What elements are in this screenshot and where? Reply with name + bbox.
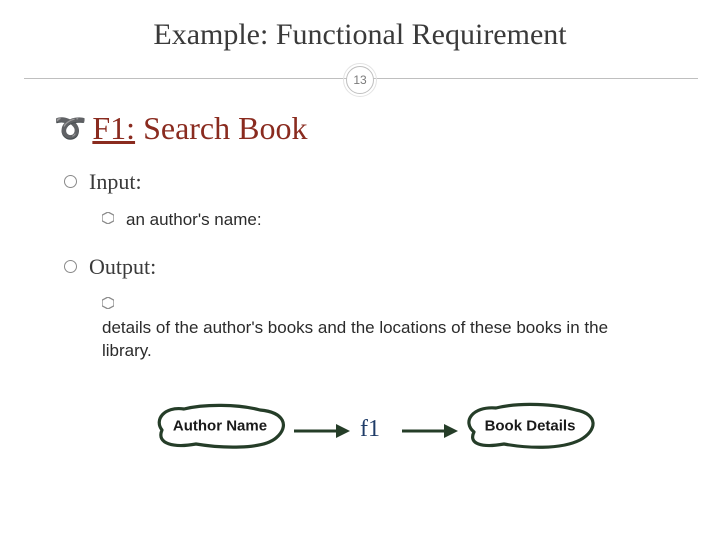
requirement-heading: ➰F1: Search Book	[54, 110, 680, 147]
diagram: Author Name f1 Book Details	[150, 392, 610, 472]
input-section-label: Input:	[64, 169, 680, 195]
input-item: an author's name:	[102, 209, 680, 232]
input-item-text: an author's name:	[126, 209, 262, 232]
output-label-text: Output:	[89, 254, 156, 279]
hexagon-bullet-icon	[102, 212, 114, 224]
input-label-text: Input:	[89, 169, 142, 194]
diagram-input-label: Author Name	[150, 418, 290, 435]
diagram-function-label: f1	[360, 416, 380, 443]
output-section-label: Output:	[64, 254, 680, 280]
page-number-badge: 13	[346, 66, 374, 94]
requirement-id: F1:	[92, 110, 135, 146]
content-area: ➰F1: Search Book Input: an author's name…	[54, 110, 680, 363]
slide: Example: Functional Requirement 13 ➰F1: …	[0, 0, 720, 540]
arrow-icon	[400, 422, 458, 445]
output-item: details of the author's books and the lo…	[102, 294, 680, 363]
circle-bullet-icon	[64, 175, 77, 188]
diagram-output-node: Book Details	[460, 402, 600, 450]
circle-bullet-icon	[64, 260, 77, 273]
diagram-input-node: Author Name	[150, 402, 290, 450]
heading-bullet-icon: ➰	[54, 114, 86, 144]
output-item-text: details of the author's books and the lo…	[102, 317, 662, 363]
hexagon-bullet-icon	[102, 297, 114, 309]
arrow-icon	[292, 422, 350, 445]
diagram-output-label: Book Details	[460, 418, 600, 435]
requirement-name: Search Book	[143, 110, 307, 146]
slide-title: Example: Functional Requirement	[0, 0, 720, 52]
